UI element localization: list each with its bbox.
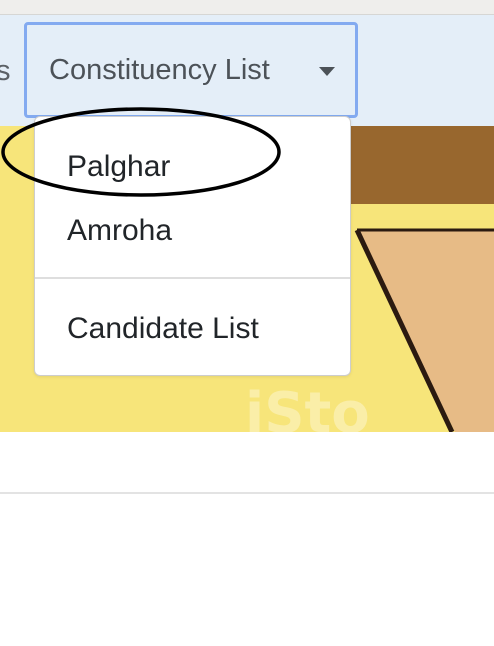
dropdown-item-candidate-list[interactable]: Candidate List: [35, 300, 350, 356]
banner-watermark: iSto: [245, 381, 370, 432]
dropdown-item-label: Candidate List: [67, 312, 259, 345]
browser-top-strip: [0, 0, 494, 15]
dropdown-item-label: Amroha: [67, 214, 173, 247]
dropdown-menu: Palghar Amroha Candidate List: [34, 116, 351, 376]
dropdown-item-palghar[interactable]: Palghar: [35, 138, 350, 194]
caret-down-icon: [319, 67, 335, 76]
nav-item-previous[interactable]: s: [0, 55, 11, 88]
constituency-list-dropdown-toggle[interactable]: Constituency List: [24, 22, 358, 118]
dropdown-toggle-label: Constituency List: [49, 54, 270, 86]
dropdown-item-label: Palghar: [67, 150, 171, 183]
dropdown-divider: [35, 277, 350, 279]
content-divider: [0, 492, 494, 494]
dropdown-item-amroha[interactable]: Amroha: [35, 202, 350, 258]
